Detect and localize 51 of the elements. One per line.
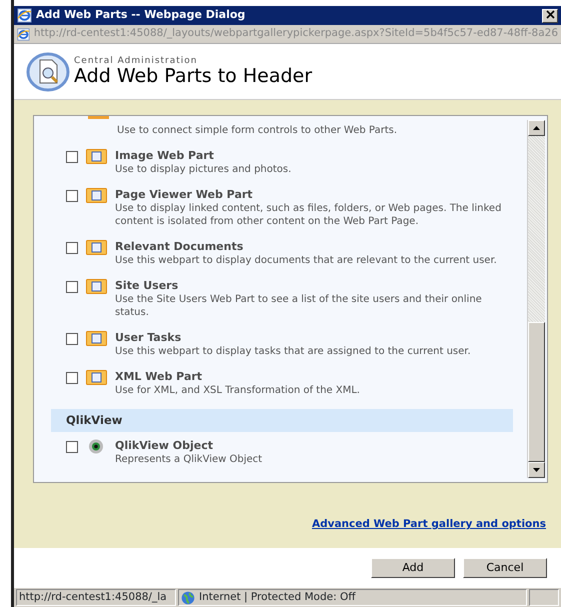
checkbox[interactable] xyxy=(66,190,78,202)
web-part-name: Site Users xyxy=(115,279,180,293)
web-part-description: Use for XML, and XSL Transformation of the XML. xyxy=(115,384,360,397)
web-part-name: Page Viewer Web Part xyxy=(115,188,254,202)
up-arrow-icon xyxy=(533,126,540,130)
scrollbar[interactable] xyxy=(527,120,545,478)
web-part-description: Use to display pictures and photos. xyxy=(115,163,292,176)
advanced-link[interactable]: Advanced Web Part gallery and options xyxy=(312,518,546,530)
web-part-icon xyxy=(86,240,107,255)
web-part-description: Use this webpart to display documents that are relevant to the current user. xyxy=(115,254,497,267)
web-part-name: Relevant Documents xyxy=(115,240,244,254)
page-search-icon xyxy=(26,52,70,92)
status-url: http://rd-centest1:45088/_la xyxy=(16,589,176,606)
checkbox[interactable] xyxy=(66,242,78,254)
scroll-up-button[interactable] xyxy=(528,120,545,136)
web-part-icon xyxy=(86,331,107,346)
checkbox[interactable] xyxy=(66,372,78,384)
browser-icon xyxy=(17,8,32,23)
checkbox[interactable] xyxy=(66,333,78,345)
web-part-icon xyxy=(86,279,107,294)
checkbox[interactable] xyxy=(66,441,78,454)
web-part-icon xyxy=(86,149,107,164)
checkbox[interactable] xyxy=(66,281,78,293)
web-part-icon xyxy=(86,188,107,203)
web-part-description: Use to display linked content, such as files, folders, or Web pages. The linked content is isolated from other content on the Web Part Page. xyxy=(115,202,502,228)
web-part-name: User Tasks xyxy=(115,331,182,345)
zone-text: Internet | Protected Mode: Off xyxy=(199,590,356,605)
scroll-thumb[interactable] xyxy=(528,322,545,462)
web-part-icon xyxy=(86,370,107,385)
site-name: Central Administration xyxy=(74,56,198,66)
dialog-button[interactable]: Add xyxy=(371,558,455,578)
browser-icon xyxy=(17,26,30,42)
globe-icon xyxy=(181,590,195,604)
close-icon xyxy=(546,10,554,20)
dialog-button[interactable]: Cancel xyxy=(463,558,547,578)
web-part-name: XML Web Part xyxy=(115,370,204,384)
web-part-name: QlikView Object xyxy=(115,439,214,454)
web-part-description: Use to connect simple form controls to other Web Parts. xyxy=(117,124,397,137)
down-arrow-icon xyxy=(533,468,540,472)
scroll-down-button[interactable] xyxy=(528,462,545,478)
checkbox[interactable] xyxy=(66,151,78,163)
group-header: QlikView xyxy=(51,409,513,432)
window-title: Add Web Parts -- Webpage Dialog xyxy=(36,7,246,24)
web-part-name: Image Web Part xyxy=(115,149,215,163)
resize-grip xyxy=(529,589,559,606)
page-title: Add Web Parts to Header xyxy=(74,66,312,86)
web-part-icon xyxy=(88,116,109,119)
web-part-description: Use this webpart to display tasks that are assigned to the current user. xyxy=(115,345,471,358)
close-button[interactable] xyxy=(542,8,558,22)
web-part-description: Use the Site Users Web Part to see a list of the site users and their online status. xyxy=(115,293,483,319)
web-part-description: Represents a QlikView Object xyxy=(115,453,262,466)
